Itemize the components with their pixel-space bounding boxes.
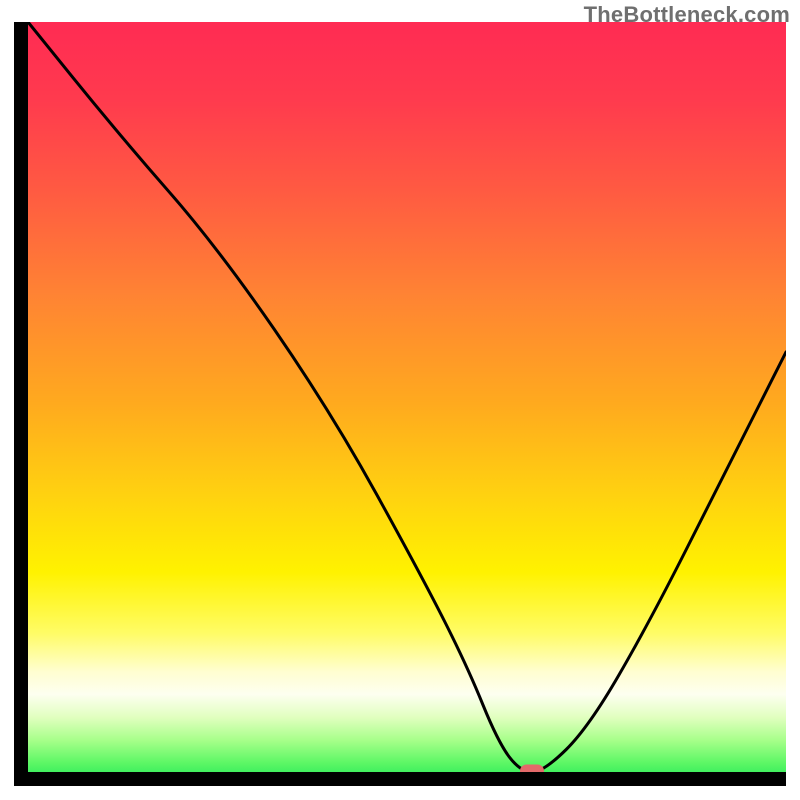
plot-area: [14, 22, 786, 786]
bottleneck-curve: [14, 22, 786, 786]
y-axis: [14, 22, 28, 786]
x-axis: [14, 772, 786, 786]
chart-container: TheBottleneck.com: [0, 0, 800, 800]
watermark-label: TheBottleneck.com: [584, 2, 790, 28]
